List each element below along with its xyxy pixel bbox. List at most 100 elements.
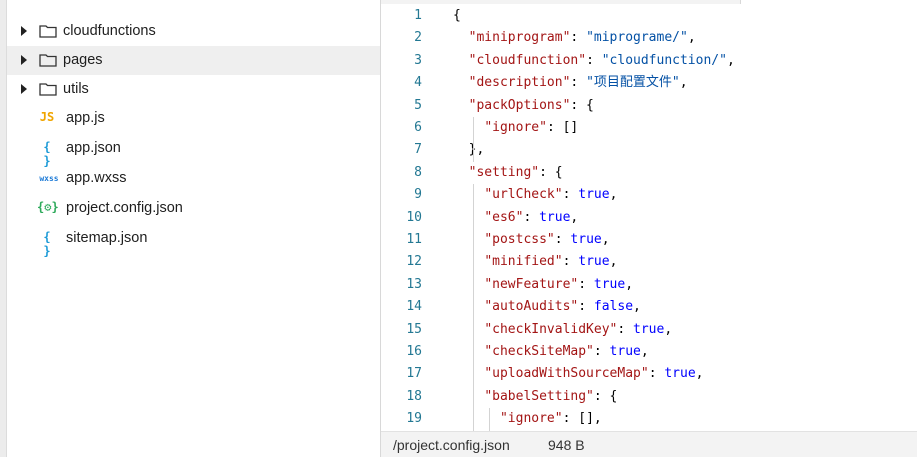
code-line: 4 "description": "项目配置文件", [381,72,917,94]
chevron-right-icon[interactable] [21,55,27,65]
code-token: : { [593,388,618,404]
code-text: "miniprogram": "miprograme/", [453,27,696,49]
code-token: { [453,8,461,23]
line-number: 15 [406,321,422,337]
code-text: "uploadWithSourceMap": true, [453,363,703,385]
tree-item-label: pages [63,52,103,68]
tree-file-app.wxss[interactable]: wxss app.wxss [7,164,380,193]
tree-folder-utils[interactable]: utils [7,75,380,104]
tree-folder-cloudfunctions[interactable]: cloudfunctions [7,17,380,46]
code-token: true [578,187,610,203]
code-editor[interactable]: 1{2 "miniprogram": "miprograme/", 3 "clou… [381,0,917,431]
tree-file-project.config.json[interactable]: {⚙} project.config.json [7,194,380,223]
code-line: 17 "uploadWithSourceMap": true, [381,363,917,385]
code-text: "minified": true, [453,251,617,273]
code-token: "uploadWithSourceMap" [484,366,649,382]
line-number: 8 [414,164,422,180]
code-text: "newFeature": true, [453,274,633,296]
code-line: 5 "packOptions": { [381,95,917,117]
code-line: 16 "checkSiteMap": true, [381,341,917,363]
code-token: "checkInvalidKey" [484,321,618,337]
code-text: "description": "项目配置文件", [453,72,688,94]
code-line: 13 "newFeature": true, [381,274,917,296]
chevron-right-icon[interactable] [21,26,27,36]
code-token: }, [453,142,485,158]
code-token: : [648,366,665,382]
folder-icon [39,25,57,38]
line-number: 13 [406,276,422,292]
tree-folder-pages[interactable]: pages [7,46,380,75]
folder-icon [39,83,57,96]
code-token: , [679,75,688,91]
line-number: 4 [414,75,422,91]
code-token: : [] [546,120,579,135]
line-number: 6 [414,120,422,135]
code-token: "cloudfunction" [468,52,587,68]
line-number: 14 [406,299,422,315]
code-token: , [609,187,618,203]
code-token: "ignore" [484,120,547,135]
line-number: 10 [406,209,422,225]
tree-file-app.js[interactable]: JS app.js [7,104,380,133]
code-line: 7 }, [381,139,917,161]
code-token: true [633,321,665,337]
tree-file-app.json[interactable]: { } app.json [7,134,380,168]
code-token: , [625,276,634,292]
code-text: "urlCheck": true, [453,184,617,206]
js-file-icon: JS [39,110,55,124]
indent-guide [489,408,490,431]
code-line: 3 "cloudfunction": "cloudfunction/", [381,50,917,72]
code-token: "setting" [468,164,540,180]
file-explorer: cloudfunctions pages utils JS app.js{ } app.j… [7,0,381,457]
code-token: true [664,366,696,382]
code-token: : [570,30,587,46]
line-number: 19 [406,411,422,427]
code-token: "packOptions" [468,97,571,113]
code-token: "miniprogram" [468,30,571,46]
activity-strip [0,0,7,457]
code-line: 1{ [381,5,917,27]
code-line: 2 "miniprogram": "miprograme/", [381,27,917,49]
chevron-right-icon[interactable] [21,84,27,94]
code-text: "checkSiteMap": true, [453,341,648,363]
code-token: "es6" [484,209,524,225]
code-token: : [570,75,587,91]
code-token: true [593,276,626,292]
line-number: 1 [414,8,422,23]
code-token: "miprograme/" [586,30,688,46]
code-token: : { [539,164,563,180]
line-number: 18 [406,388,422,404]
status-file-path: /project.config.json [393,437,510,453]
tree-item-label: sitemap.json [66,230,148,246]
code-token: true [539,209,571,225]
code-token: "description" [468,75,571,91]
wxss-file-icon: wxss [39,174,59,183]
code-token: , [570,209,579,225]
code-text: "ignore": [] [453,117,578,139]
line-number: 17 [406,366,422,382]
code-line: 10 "es6": true, [381,207,917,229]
code-token: : [554,232,571,247]
line-number: 12 [406,254,422,270]
tree-file-sitemap.json[interactable]: { } sitemap.json [7,224,380,258]
code-token: : [523,209,540,225]
code-token: , [633,299,641,315]
json-file-icon: { } [43,230,51,258]
code-token: "minified" [484,254,563,270]
code-token: , [664,321,673,337]
code-token: , [726,52,735,68]
active-tab[interactable] [740,0,917,4]
code-token: : [617,321,634,337]
indent-guide [473,184,474,431]
code-token: "babelSetting" [484,388,594,404]
code-text: "packOptions": { [453,95,594,117]
